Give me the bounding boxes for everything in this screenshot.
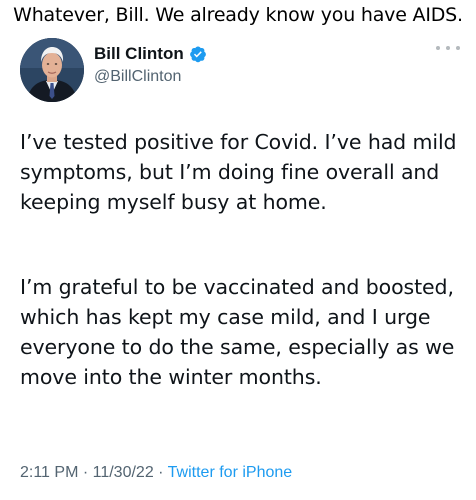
author-handle[interactable]: @BillClinton — [94, 68, 181, 86]
author-name-row: Bill Clinton — [94, 44, 207, 64]
avatar-portrait-image — [20, 38, 84, 102]
tweet-source-link[interactable]: Twitter for iPhone — [168, 464, 293, 481]
more-dot — [456, 46, 460, 50]
meme-caption: Whatever, Bill. We already know you have… — [13, 4, 463, 26]
tweet-text-paragraph: I’ve tested positive for Covid. I’ve had… — [20, 130, 457, 214]
meta-separator: · — [153, 464, 168, 481]
author-display-name[interactable]: Bill Clinton — [94, 44, 184, 64]
more-dot — [446, 46, 450, 50]
tweet-text-paragraph: I’m grateful to be vaccinated and booste… — [20, 275, 455, 389]
meta-separator: · — [78, 464, 93, 481]
more-dot — [436, 46, 440, 50]
tweet-time[interactable]: 2:11 PM — [20, 464, 78, 481]
verified-badge-icon — [189, 45, 207, 63]
tweet-card: Bill Clinton @BillClinton I’ve tested po… — [0, 30, 476, 500]
tweet-date[interactable]: 11/30/22 — [93, 464, 154, 481]
avatar[interactable] — [20, 38, 84, 102]
tweet-metadata: 2:11 PM · 11/30/22 · Twitter for iPhone — [20, 464, 292, 482]
more-options-icon[interactable] — [436, 40, 460, 56]
